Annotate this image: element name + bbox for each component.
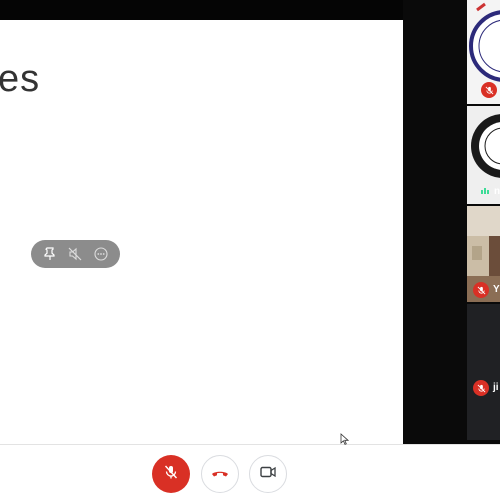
mic-off-icon [163,464,179,485]
mic-off-icon [473,380,489,396]
hang-up-icon [211,465,229,483]
mute-participant-icon[interactable] [64,243,86,265]
participant-name: n [494,186,500,197]
presentation-view: es [0,20,403,444]
tile-controls-pill [31,240,120,268]
participant-tile[interactable]: Y [467,206,500,302]
leave-call-button[interactable] [201,455,239,493]
mic-off-icon [473,282,489,298]
speaking-indicator-icon [477,183,493,199]
camera-toggle-button[interactable] [249,455,287,493]
microphone-toggle-button[interactable] [152,455,190,493]
participant-tile[interactable] [467,0,500,104]
participant-name: ji [493,382,499,393]
participant-tile[interactable]: n [467,106,500,204]
pin-icon[interactable] [39,243,61,265]
slide-title: es [0,58,41,100]
meeting-control-bar [0,444,500,500]
more-options-icon[interactable] [90,243,112,265]
meeting-stage: es n Y ji [0,0,500,500]
participant-tile[interactable]: ji [467,304,500,440]
video-camera-icon [260,465,276,483]
mouse-cursor-icon [340,432,350,450]
participant-name: Y [493,284,500,295]
mic-off-icon [481,82,497,98]
